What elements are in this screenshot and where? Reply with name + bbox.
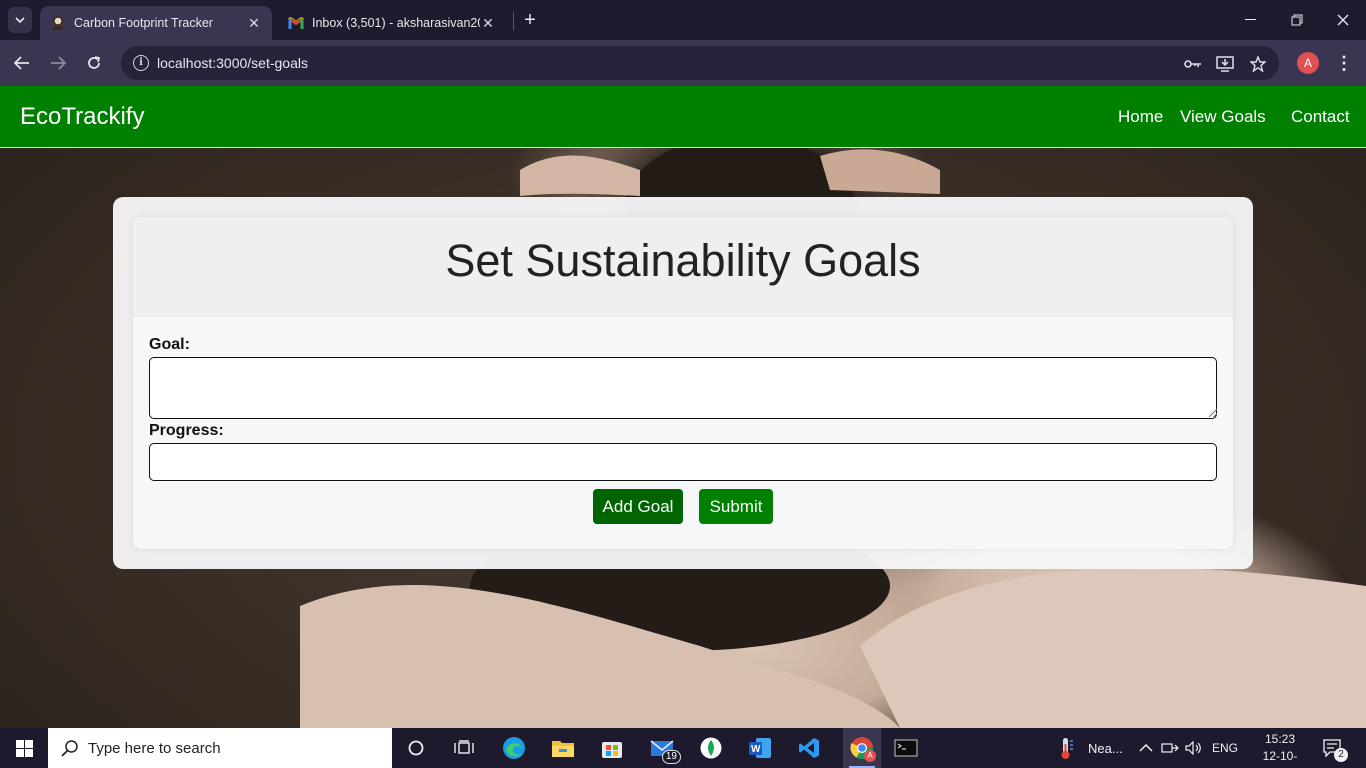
- notification-badge: 2: [1334, 748, 1348, 762]
- reload-icon: [88, 56, 101, 69]
- nav-link-view-goals[interactable]: View Goals: [1180, 107, 1266, 127]
- tab-title: Inbox (3,501) - aksharasivan200: [312, 16, 480, 30]
- show-hidden-icons[interactable]: [1139, 728, 1153, 768]
- cortana-icon[interactable]: [401, 734, 431, 762]
- add-goal-button[interactable]: Add Goal: [593, 489, 683, 524]
- start-button[interactable]: [0, 728, 48, 768]
- mail-badge: 19: [661, 750, 681, 764]
- weather-widget[interactable]: Nea...: [1056, 728, 1123, 768]
- mongodb-compass-icon[interactable]: [696, 734, 726, 762]
- mail-icon[interactable]: 19: [647, 734, 681, 764]
- close-icon[interactable]: ✕: [480, 15, 496, 32]
- browser-toolbar: i localhost:3000/set-goals A ⋮: [0, 40, 1366, 86]
- tab-divider: [513, 12, 514, 30]
- network-icon[interactable]: [1161, 728, 1179, 768]
- restore-button[interactable]: [1274, 0, 1320, 40]
- goals-form: Set Sustainability Goals Goal: Progress:…: [133, 217, 1233, 549]
- tab-search-button[interactable]: [8, 7, 32, 33]
- search-icon: [60, 738, 80, 758]
- windows-logo-icon: [15, 739, 33, 757]
- task-view-icon[interactable]: [449, 734, 479, 762]
- address-bar[interactable]: i localhost:3000/set-goals: [121, 46, 1279, 80]
- tab-carbon-tracker[interactable]: Carbon Footprint Tracker ✕: [40, 6, 272, 40]
- more-menu-icon[interactable]: ⋮: [1334, 52, 1354, 74]
- progress-input[interactable]: [149, 443, 1217, 481]
- close-window-button[interactable]: [1320, 0, 1366, 40]
- close-icon: [1337, 14, 1349, 26]
- vscode-icon[interactable]: [794, 734, 824, 762]
- goal-label: Goal:: [149, 336, 190, 353]
- chevron-up-icon: [1139, 744, 1153, 752]
- search-placeholder: Type here to search: [88, 740, 221, 757]
- gmail-icon: [288, 15, 304, 31]
- user-favicon-icon: [50, 15, 66, 31]
- url-text: localhost:3000/set-goals: [157, 55, 308, 71]
- word-icon[interactable]: W: [745, 734, 775, 762]
- language-text: ENG: [1212, 741, 1239, 755]
- submit-button[interactable]: Submit: [699, 489, 773, 524]
- goal-textarea[interactable]: [149, 357, 1217, 419]
- page-viewport: EcoTrackify Home View Goals Contact Set …: [0, 86, 1366, 728]
- card-header: Set Sustainability Goals: [133, 217, 1233, 317]
- goals-card: Set Sustainability Goals Goal: Progress:…: [113, 197, 1253, 569]
- install-app-icon[interactable]: [1215, 54, 1235, 74]
- windows-taskbar: Type here to search 19 W A Nea... ENG 15…: [0, 728, 1366, 768]
- arrow-left-icon: [14, 56, 29, 70]
- minimize-button[interactable]: [1228, 0, 1274, 40]
- tab-strip: Carbon Footprint Tracker ✕ Inbox (3,501)…: [0, 0, 1366, 40]
- restore-icon: [1291, 14, 1303, 26]
- reload-button[interactable]: [82, 51, 106, 75]
- volume-icon[interactable]: [1185, 728, 1203, 768]
- tab-gmail-inbox[interactable]: Inbox (3,501) - aksharasivan200 ✕: [278, 6, 506, 40]
- resize-grip-icon[interactable]: [1209, 409, 1217, 417]
- system-clock[interactable]: 15:23 12-10-2024: [1256, 731, 1304, 768]
- thermometer-icon: [1061, 738, 1073, 759]
- chevron-down-icon: [15, 17, 25, 23]
- file-explorer-icon[interactable]: [548, 734, 578, 762]
- weather-text: Nea...: [1088, 740, 1123, 756]
- bookmark-star-icon[interactable]: [1248, 54, 1268, 74]
- taskbar-search[interactable]: Type here to search: [48, 728, 392, 768]
- chrome-taskbar-icon[interactable]: A: [843, 728, 881, 768]
- forward-button[interactable]: [46, 51, 70, 75]
- page-title: Set Sustainability Goals: [445, 235, 921, 286]
- edge-icon[interactable]: [499, 734, 529, 762]
- svg-text:W: W: [751, 744, 761, 755]
- arrow-right-icon: [51, 56, 66, 70]
- clock-time: 15:23: [1264, 732, 1296, 746]
- microsoft-store-icon[interactable]: [597, 734, 627, 762]
- site-info-icon[interactable]: i: [133, 55, 149, 71]
- minimize-icon: [1245, 19, 1256, 20]
- key-icon[interactable]: [1183, 54, 1203, 74]
- terminal-icon[interactable]: [891, 734, 921, 762]
- chrome-profile-badge: A: [864, 750, 876, 762]
- tab-title: Carbon Footprint Tracker: [74, 16, 213, 30]
- new-tab-button[interactable]: +: [520, 9, 540, 31]
- site-brand[interactable]: EcoTrackify: [20, 103, 144, 131]
- nav-link-home[interactable]: Home: [1118, 107, 1163, 127]
- back-button[interactable]: [10, 51, 34, 75]
- notification-center[interactable]: 2: [1322, 728, 1348, 768]
- clock-date: 12-10-2024: [1262, 749, 1298, 768]
- nav-link-contact[interactable]: Contact: [1291, 107, 1350, 127]
- site-navbar: EcoTrackify Home View Goals Contact: [0, 86, 1366, 148]
- language-indicator[interactable]: ENG: [1212, 728, 1238, 768]
- profile-avatar[interactable]: A: [1297, 52, 1319, 74]
- close-icon[interactable]: ✕: [246, 15, 262, 32]
- progress-label: Progress:: [149, 422, 224, 439]
